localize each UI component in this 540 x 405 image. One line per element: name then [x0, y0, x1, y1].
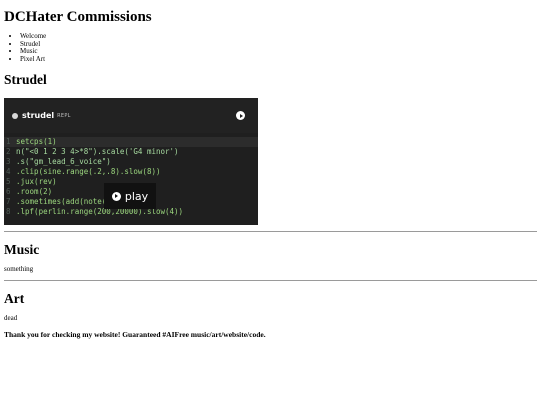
code-line[interactable]: 1 setcps(1): [4, 137, 258, 147]
art-heading: Art: [4, 291, 25, 306]
repl-header: strudel REPL: [4, 98, 258, 133]
code-line[interactable]: 4 .clip(sine.range(.2,.8).slow(8)): [4, 167, 258, 177]
play-icon[interactable]: [236, 111, 245, 120]
line-number: 2: [6, 147, 11, 156]
code-text: .room(2): [16, 187, 53, 196]
code-editor[interactable]: 1 setcps(1) 2 n("<0 1 2 3 4>*8").scale('G4…: [4, 133, 258, 217]
code-text: .s("gm_lead_6_voice"): [16, 157, 111, 166]
nav-list: Welcome Strudel Music Pixel Art: [4, 32, 46, 64]
strudel-logo-icon: [12, 112, 18, 119]
line-number: 7: [6, 197, 11, 206]
play-label: play: [124, 189, 149, 203]
divider: [4, 231, 537, 232]
code-text: .clip(sine.range(.2,.8).slow(8)): [16, 167, 161, 176]
repl-brand-sub: REPL: [57, 112, 71, 119]
strudel-repl: strudel REPL 1 setcps(1) 2 n("<0 1 2 3 4>*…: [4, 98, 258, 225]
play-button[interactable]: play: [104, 183, 156, 209]
music-heading: Music: [4, 242, 40, 257]
play-circle-icon: [111, 191, 121, 201]
code-text: n("<0 1 2 3 4>*8").scale('G4 minor'): [16, 147, 179, 156]
code-text: .lpf(perlin.range(200,20000).slow(4)): [16, 207, 184, 216]
music-text: something: [4, 265, 34, 273]
code-line[interactable]: 3 .s("gm_lead_6_voice"): [4, 157, 258, 167]
line-number: 6: [6, 187, 11, 196]
code-text: .jux(rev): [16, 177, 57, 186]
repl-brand: strudel: [22, 111, 55, 120]
code-line[interactable]: 2 n("<0 1 2 3 4>*8").scale('G4 minor'): [4, 147, 258, 157]
line-number: 5: [6, 177, 11, 186]
site-title: DCHater Commissions: [4, 9, 152, 25]
line-number: 3: [6, 157, 11, 166]
divider: [4, 280, 537, 281]
line-number: 1: [6, 137, 11, 146]
code-text: setcps(1): [16, 137, 57, 146]
art-text: dead: [4, 314, 18, 322]
line-number: 4: [6, 167, 11, 176]
nav-item-pixel-art[interactable]: Pixel Art: [20, 55, 46, 64]
footer-text: Thank you for checking my website! Guara…: [4, 330, 266, 339]
strudel-heading: Strudel: [4, 72, 47, 87]
line-number: 8: [6, 207, 11, 216]
